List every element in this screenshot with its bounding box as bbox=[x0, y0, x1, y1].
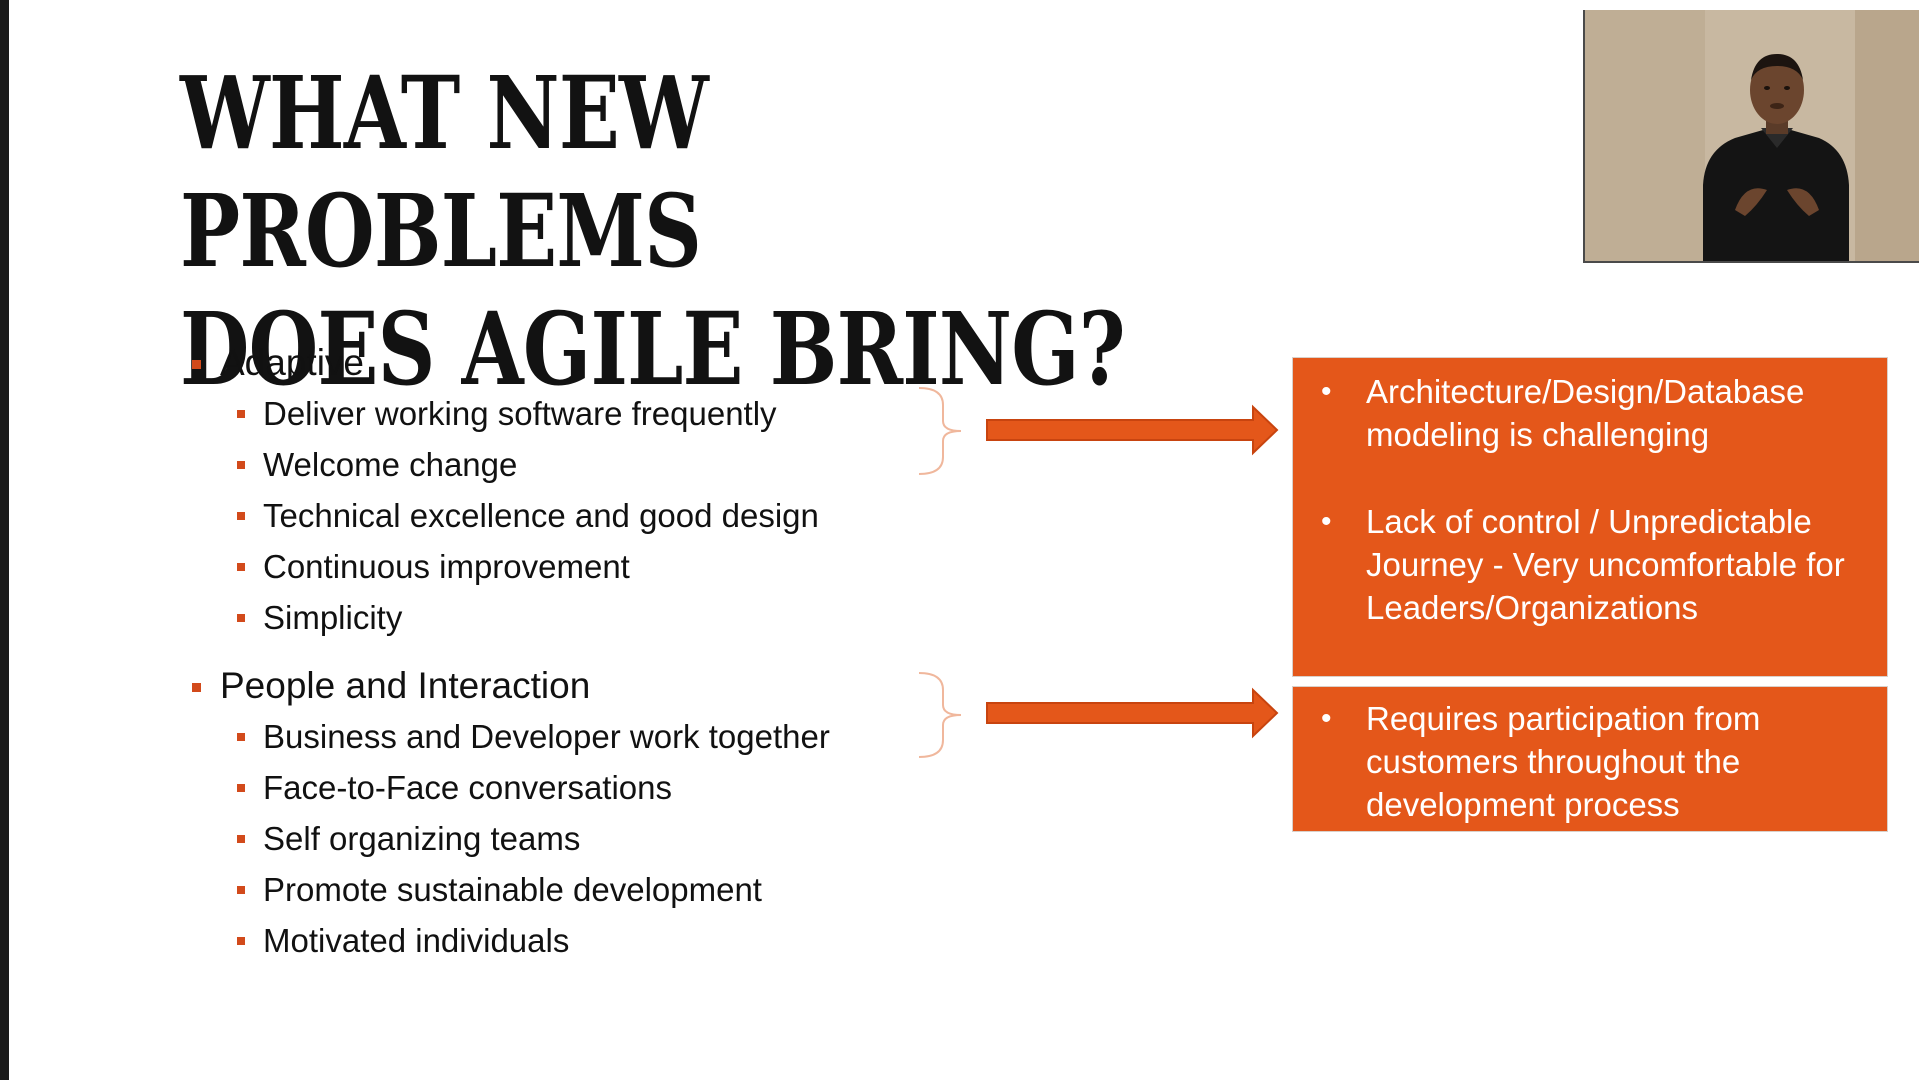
callout-box-architecture: Architecture/Design/Database modeling is… bbox=[1292, 357, 1888, 677]
sub-bullet-item: Promote sustainable development bbox=[190, 864, 990, 915]
sub-bullet-item: Simplicity bbox=[190, 592, 990, 643]
sub-bullet-list-people: Business and Developer work together Fac… bbox=[190, 711, 990, 966]
callout-item: Architecture/Design/Database modeling is… bbox=[1307, 370, 1873, 456]
presenter-webcam bbox=[1583, 10, 1919, 263]
callout-list: Requires participation from customers th… bbox=[1307, 697, 1873, 826]
bullet-group-people: People and Interaction Business and Deve… bbox=[190, 661, 990, 966]
slide-viewport: WHAT NEW PROBLEMS DOES AGILE BRING? Adap… bbox=[0, 0, 1920, 1080]
sub-bullet-item: Technical excellence and good design bbox=[190, 490, 990, 541]
sub-bullet-list-adaptive: Deliver working software frequently Welc… bbox=[190, 388, 990, 643]
brace-icon bbox=[918, 387, 962, 475]
arrow-right-icon bbox=[986, 687, 1279, 739]
sub-bullet-item: Business and Developer work together bbox=[190, 711, 990, 762]
bullet-group-adaptive: Adaptive Deliver working software freque… bbox=[190, 338, 990, 643]
sub-bullet-item: Face-to-Face conversations bbox=[190, 762, 990, 813]
sub-bullet-item: Deliver working software frequently bbox=[190, 388, 990, 439]
callout-list: Architecture/Design/Database modeling is… bbox=[1307, 370, 1873, 629]
brace-icon bbox=[918, 672, 962, 758]
sub-bullet-item: Self organizing teams bbox=[190, 813, 990, 864]
sub-bullet-item: Continuous improvement bbox=[190, 541, 990, 592]
arrow-right-icon bbox=[986, 404, 1279, 456]
bullet-list: Adaptive Deliver working software freque… bbox=[190, 338, 990, 966]
callout-box-participation: Requires participation from customers th… bbox=[1292, 686, 1888, 832]
sub-bullet-item: Motivated individuals bbox=[190, 915, 990, 966]
callout-item: Lack of control / Unpredictable Journey … bbox=[1307, 500, 1873, 629]
slide-title-line-1: WHAT NEW PROBLEMS bbox=[180, 54, 709, 290]
bullet-heading-adaptive: Adaptive bbox=[190, 338, 990, 388]
window-left-edge bbox=[0, 0, 9, 1080]
presenter-video-icon bbox=[1585, 10, 1919, 261]
sub-bullet-item: Welcome change bbox=[190, 439, 990, 490]
callout-item: Requires participation from customers th… bbox=[1307, 697, 1873, 826]
bullet-heading-people: People and Interaction bbox=[190, 661, 990, 711]
